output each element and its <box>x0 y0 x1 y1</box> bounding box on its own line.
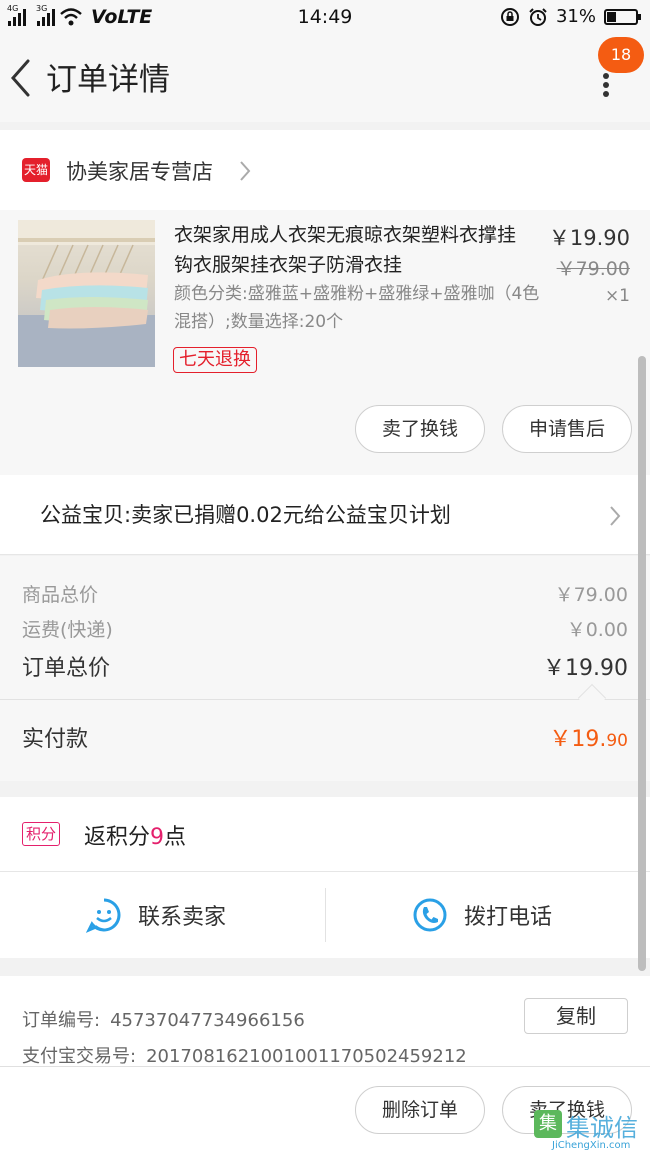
product-price: ￥19.90 <box>548 226 630 250</box>
battery-percent: 31% <box>555 6 596 27</box>
lock-rotation-icon <box>500 7 519 26</box>
chat-smile-icon <box>86 898 121 933</box>
watermark-url: JiChengXin.com <box>552 1140 631 1151</box>
charity-text: 公益宝贝:卖家已捐赠0.02元给公益宝贝计划 <box>40 503 451 527</box>
alipay-number-label: 支付宝交易号: <box>22 1046 137 1067</box>
nav-header: 订单详情 18 <box>0 34 650 122</box>
watermark-text: 集诚信 <box>566 1114 638 1142</box>
order-number-row: 订单编号: 45737047734966156 <box>22 1006 305 1032</box>
shop-name[interactable]: 协美家居专营店 <box>66 156 213 186</box>
seven-day-return-tag: 七天退换 <box>173 347 257 373</box>
watermark-icon: 集 <box>534 1110 562 1138</box>
divider <box>325 888 326 942</box>
alipay-number-value: 2017081621001001170502459212 <box>146 1046 467 1067</box>
paid-amount-main: ￥19. <box>549 727 607 752</box>
copy-button[interactable]: 复制 <box>524 998 628 1034</box>
chevron-right-icon <box>240 161 251 181</box>
goods-total-value: ￥79.00 <box>554 584 628 606</box>
order-total-label: 订单总价 <box>22 656 111 681</box>
contact-seller-label: 联系卖家 <box>138 905 227 930</box>
status-bar-right: 31% <box>500 6 641 27</box>
product-image[interactable] <box>18 220 155 367</box>
page-title: 订单详情 <box>46 62 170 98</box>
divider <box>0 699 650 700</box>
scrollbar[interactable] <box>638 356 646 971</box>
price-summary: 商品总价 ￥79.00 运费(快递) ￥0.00 订单总价 ￥19.90 实付款… <box>0 556 650 781</box>
product-item[interactable]: 衣架家用成人衣架无痕晾衣架塑料衣撑挂钩衣服架挂衣架子防滑衣挂 颜色分类:盛雅蓝+… <box>0 210 650 475</box>
caret-up-icon <box>577 683 607 713</box>
status-bar: 4G 3G VoLTE 14:49 31% <box>0 0 650 34</box>
points-tag: 积分 <box>22 822 61 846</box>
charity-row[interactable]: 公益宝贝:卖家已捐赠0.02元给公益宝贝计划 <box>0 475 650 555</box>
contact-seller-button[interactable]: 联系卖家 <box>86 872 226 958</box>
battery-icon <box>604 8 641 25</box>
order-number-label: 订单编号: <box>22 1010 101 1031</box>
points-value: 9 <box>150 825 165 850</box>
order-info: 订单编号: 45737047734966156 支付宝交易号: 2017081621… <box>0 976 650 1068</box>
goods-total-label: 商品总价 <box>22 584 99 606</box>
call-phone-label: 拨打电话 <box>464 905 553 930</box>
shop-row[interactable]: 天猫 协美家居专营店 <box>0 130 650 210</box>
points-text: 返积分9点 <box>84 819 186 851</box>
after-sale-button[interactable]: 申请售后 <box>502 405 632 453</box>
order-number-value: 45737047734966156 <box>110 1010 305 1031</box>
message-count-badge[interactable]: 18 <box>598 37 644 73</box>
alipay-number-row: 支付宝交易号: 2017081621001001170502459212 <box>22 1042 467 1068</box>
back-arrow-icon[interactable] <box>8 58 34 98</box>
hanger-illustration <box>18 220 155 367</box>
order-total-value: ￥19.90 <box>543 656 628 681</box>
shipping-label: 运费(快递) <box>22 619 113 641</box>
tmall-logo-icon: 天猫 <box>22 158 50 182</box>
product-sku: 颜色分类:盛雅蓝+盛雅粉+盛雅绿+盛雅咖（4色混搭）;数量选择:20个 <box>174 284 540 332</box>
points-prefix: 返积分 <box>84 825 151 850</box>
call-phone-button[interactable]: 拨打电话 <box>412 872 552 958</box>
watermark-logo: 集 集诚信 JiChengXin.com <box>532 1108 650 1155</box>
contact-row: 联系卖家 拨打电话 <box>0 872 650 958</box>
more-menu-icon[interactable] <box>598 70 614 100</box>
chevron-right-icon <box>610 506 621 526</box>
phone-icon <box>413 898 447 932</box>
shipping-value: ￥0.00 <box>566 619 628 641</box>
paid-amount-value: ￥19.90 <box>549 721 628 753</box>
paid-amount-label: 实付款 <box>22 727 89 752</box>
product-title[interactable]: 衣架家用成人衣架无痕晾衣架塑料衣撑挂钩衣服架挂衣架子防滑衣挂 <box>174 220 530 280</box>
delete-order-button[interactable]: 删除订单 <box>355 1086 485 1134</box>
product-quantity: ×1 <box>604 286 630 306</box>
alarm-icon <box>529 7 547 26</box>
product-original-price: ￥79.00 <box>556 258 630 280</box>
points-row: 积分 返积分9点 <box>0 797 650 872</box>
paid-amount-cents: 90 <box>606 731 628 751</box>
sell-for-cash-button[interactable]: 卖了换钱 <box>355 405 485 453</box>
points-suffix: 点 <box>164 825 187 850</box>
